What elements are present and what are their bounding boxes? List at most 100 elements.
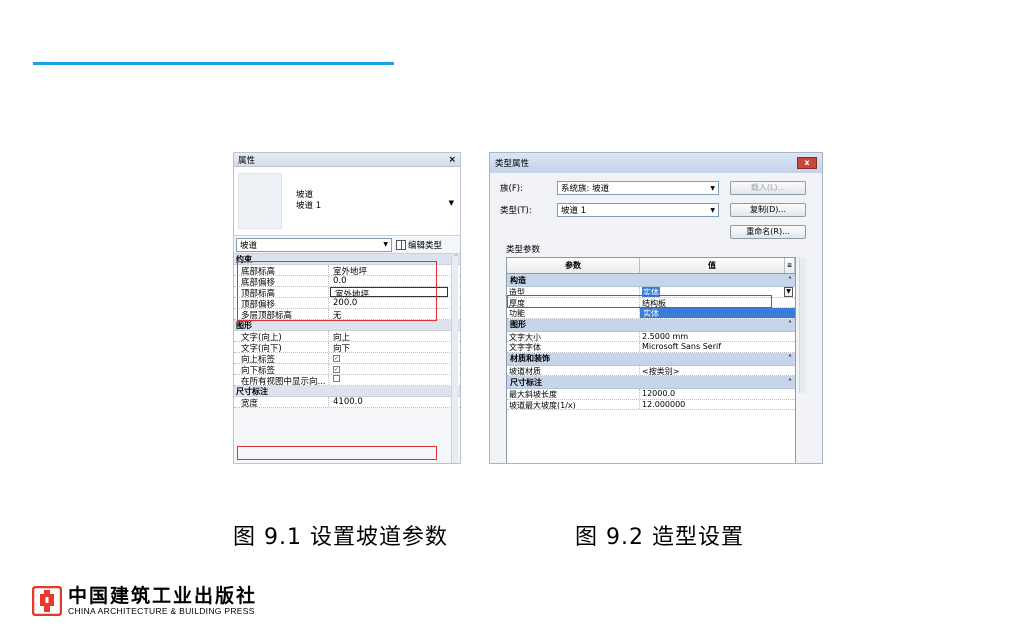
section-header[interactable]: 材质和装饰 ˄ xyxy=(507,352,795,366)
type-select[interactable]: 坡道 1 ▼ xyxy=(557,203,719,217)
collapse-icon[interactable]: ˄ xyxy=(788,320,792,329)
element-type: 坡道 1 xyxy=(296,201,322,211)
caption-fig-9-1: 图 9.1 设置坡道参数 xyxy=(233,525,448,550)
param-row[interactable]: 坡道材质 <按类别> xyxy=(507,365,795,376)
property-value[interactable]: ✓ xyxy=(329,364,460,374)
publisher-logo: 中国建筑工业出版社 CHINA ARCHITECTURE & BUILDING … xyxy=(32,586,257,616)
section-title: 构造 xyxy=(510,275,526,285)
instance-selector[interactable]: 坡道 ▼ xyxy=(236,237,392,252)
chevron-down-icon: ▼ xyxy=(383,241,388,248)
param-value[interactable]: 12.000000 xyxy=(640,400,795,410)
grid-header: 参数 值 ≡ xyxy=(507,258,795,274)
property-name: 向下标签 xyxy=(234,364,329,374)
chevron-down-icon: ▼ xyxy=(710,206,715,214)
param-value[interactable]: 实体 xyxy=(640,308,795,318)
width-highlight xyxy=(237,446,437,460)
dialog-title: 类型属性 xyxy=(495,159,530,169)
col-value-header[interactable]: 值 xyxy=(640,258,785,273)
collapse-icon[interactable]: ˄ xyxy=(788,378,792,387)
param-value[interactable]: 12000.0 xyxy=(640,389,795,399)
param-value[interactable]: <按类别> xyxy=(640,366,795,376)
chevron-down-icon: ▼ xyxy=(710,184,715,192)
edit-type-icon xyxy=(396,239,406,250)
type-params-label: 类型参数 xyxy=(506,245,541,255)
dropdown-option[interactable]: 实体 xyxy=(642,309,660,318)
param-name: 坡道最大坡度(1/x) xyxy=(507,399,640,409)
param-name: 文字大小 xyxy=(507,331,640,341)
property-name: 向上标签 xyxy=(234,353,329,363)
publisher-emblem-icon xyxy=(32,586,62,616)
param-name: 最大斜坡长度 xyxy=(507,389,640,399)
section-header[interactable]: 图形 ˄ xyxy=(507,318,795,332)
edit-type-button[interactable]: 编辑类型 xyxy=(396,239,442,251)
property-value[interactable]: 4100.0 xyxy=(329,397,460,407)
param-name: 坡道材质 xyxy=(507,365,640,375)
property-name: 文字(向上) xyxy=(234,331,329,341)
property-row[interactable]: 文字(向上) 向上 xyxy=(234,331,460,342)
chevron-down-icon[interactable]: ▼ xyxy=(784,287,793,297)
instance-selector-value: 坡道 xyxy=(240,240,258,251)
properties-scrollbar[interactable] xyxy=(451,256,458,463)
collapse-icon[interactable]: ˄ xyxy=(788,276,792,285)
caption-fig-9-2: 图 9.2 造型设置 xyxy=(575,525,744,550)
section-title: 材质和装饰 xyxy=(510,354,550,363)
properties-titlebar: 属性 × xyxy=(234,153,460,167)
section-header[interactable]: 尺寸标注 ˄ xyxy=(507,376,795,389)
property-row[interactable]: 文字(向下) 向下 xyxy=(234,342,460,353)
param-row[interactable]: 文字字体 Microsoft Sans Serif xyxy=(507,342,795,353)
properties-panel: 属性 × 坡道 坡道 1 ▼ 坡道 ▼ 编辑类型 约束˄底部标高室外地坪底部偏移… xyxy=(233,152,461,464)
dialog-scrollbar[interactable] xyxy=(799,257,806,393)
dialog-titlebar: 类型属性 x xyxy=(490,153,822,173)
checkbox-icon[interactable]: ✓ xyxy=(333,366,340,373)
section-title: 尺寸标注 xyxy=(510,377,542,387)
close-icon[interactable]: × xyxy=(448,155,456,165)
publisher-name-en: CHINA ARCHITECTURE & BUILDING PRESS xyxy=(68,606,255,616)
properties-title: 属性 xyxy=(238,155,256,166)
section-header[interactable]: 尺寸标注˄ xyxy=(234,386,460,397)
menu-icon[interactable]: ≡ xyxy=(785,258,795,273)
section-title: 图形 xyxy=(510,320,526,329)
property-row[interactable]: 向下标签 ✓ xyxy=(234,364,460,375)
edit-type-label: 编辑类型 xyxy=(408,240,443,251)
col-param-header[interactable]: 参数 xyxy=(507,258,640,273)
type-params-grid: 参数 值 ≡ 构造 ˄ 造型 实体 ▼ 厚度 结构板 功能 实体 图形 ˄ 文字大小 2.5000 mm… xyxy=(506,257,796,463)
property-row[interactable]: 向上标签 ✓ xyxy=(234,353,460,364)
property-name: 宽度 xyxy=(234,397,329,407)
checkbox-icon[interactable]: ✓ xyxy=(333,355,340,362)
load-button[interactable]: 载入(L)... xyxy=(730,181,806,195)
section-header[interactable]: 构造 ˄ xyxy=(507,274,795,287)
property-value[interactable]: ✓ xyxy=(329,353,460,363)
property-name: 在所有视图中显示向... xyxy=(234,375,329,385)
family-label: 族(F): xyxy=(500,184,523,194)
type-thumbnail xyxy=(238,173,282,229)
param-row[interactable]: 最大斜坡长度 12000.0 xyxy=(507,389,795,400)
section-title: 尺寸标注 xyxy=(236,386,268,396)
property-value[interactable] xyxy=(329,375,460,385)
param-name: 功能 xyxy=(507,308,640,318)
param-value[interactable]: Microsoft Sans Serif xyxy=(640,342,795,352)
shape-highlight xyxy=(507,295,772,308)
rename-button[interactable]: 重命名(R)... xyxy=(730,225,806,239)
checkbox-icon[interactable] xyxy=(333,375,340,382)
param-row[interactable]: 文字大小 2.5000 mm xyxy=(507,331,795,342)
property-value[interactable]: 向下 xyxy=(329,342,460,352)
family-value: 系统族: 坡道 xyxy=(561,184,610,194)
param-row[interactable]: 功能 实体 xyxy=(507,308,795,319)
property-value[interactable]: 向上 xyxy=(329,331,460,341)
type-preview[interactable]: 坡道 坡道 1 ▼ xyxy=(234,167,460,236)
param-value[interactable]: 2.5000 mm xyxy=(640,332,795,342)
type-properties-dialog: 类型属性 x 族(F): 系统族: 坡道 ▼ 类型(T): 坡道 1 ▼ 载入(… xyxy=(489,152,823,464)
constraint-highlight xyxy=(237,261,437,321)
collapse-icon[interactable]: ˄ xyxy=(788,354,792,363)
publisher-name-cn: 中国建筑工业出版社 xyxy=(68,585,258,607)
param-row[interactable]: 坡道最大坡度(1/x) 12.000000 xyxy=(507,399,795,410)
family-select[interactable]: 系统族: 坡道 ▼ xyxy=(557,181,719,195)
close-button[interactable]: x xyxy=(797,157,817,169)
type-label: 类型(T): xyxy=(500,206,532,216)
property-row[interactable]: 在所有视图中显示向... xyxy=(234,375,460,386)
section-header[interactable]: 图形˄ xyxy=(234,320,460,331)
chevron-down-icon[interactable]: ▼ xyxy=(449,199,454,207)
property-row[interactable]: 宽度 4100.0 xyxy=(234,397,460,408)
element-name: 坡道 xyxy=(296,190,314,200)
duplicate-button[interactable]: 复制(D)... xyxy=(730,203,806,217)
